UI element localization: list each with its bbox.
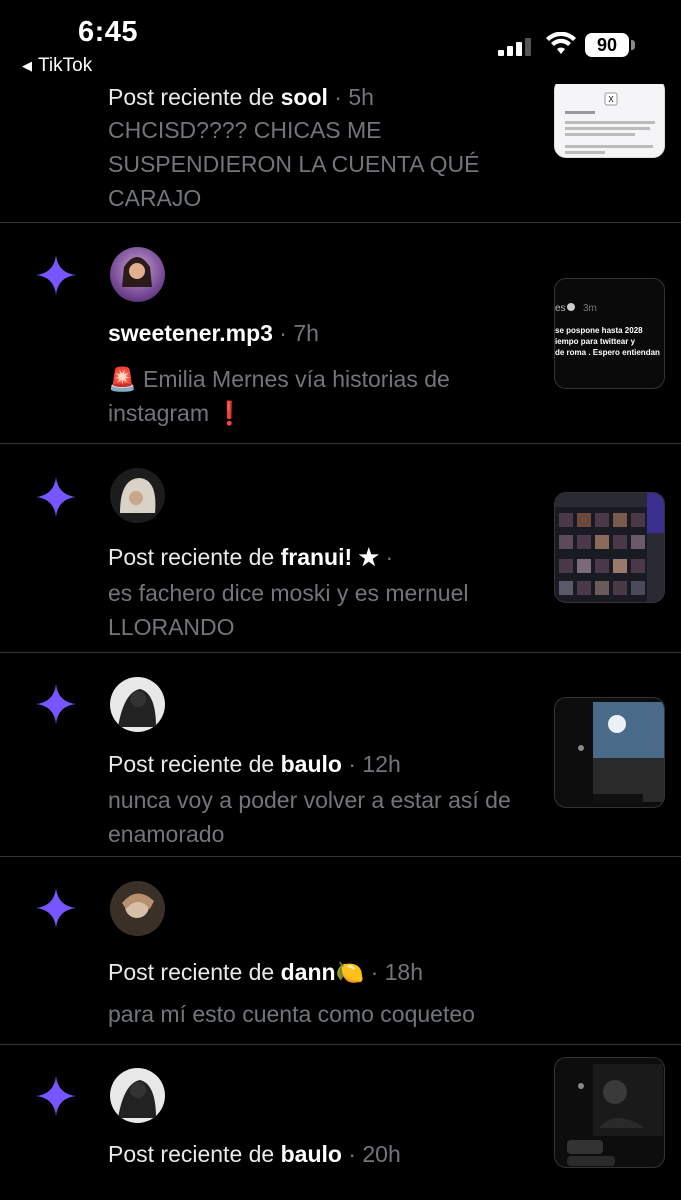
sparkle-icon — [36, 477, 76, 517]
notification-text: 🚨 Emilia Mernes vía historias de instagr… — [108, 366, 450, 426]
notification-row[interactable]: Post reciente de dann🍋 · 18h para mí est… — [0, 857, 681, 1045]
avatar[interactable] — [110, 677, 165, 732]
sparkle-icon — [36, 888, 76, 928]
notification-row[interactable]: Post reciente de baulo · 20h — [0, 1045, 681, 1200]
notification-title: Post reciente de franui! ★ · — [108, 544, 394, 570]
back-to-app-button[interactable]: ◀ TikTok — [22, 55, 92, 77]
notification-title: sweetener.mp3 · 7h — [108, 320, 319, 346]
sparkle-icon — [36, 255, 76, 295]
avatar[interactable] — [110, 1068, 165, 1123]
battery-tip — [631, 40, 635, 50]
svg-text:X: X — [608, 95, 614, 104]
notification-row[interactable]: Post reciente de baulo · 12h nunca voy a… — [0, 653, 681, 857]
notification-title: Post reciente de baulo · 12h — [108, 751, 401, 777]
video-grid-thumbnail[interactable] — [554, 492, 665, 603]
avatar[interactable] — [110, 468, 165, 523]
svg-text:iempo para twittear y: iempo para twittear y — [555, 337, 636, 346]
back-app-label: TikTok — [38, 55, 93, 76]
wifi-icon — [546, 32, 576, 54]
avatar[interactable] — [110, 881, 165, 936]
tweet-screenshot-thumbnail[interactable]: es 3m se pospone hasta 2028 iempo para t… — [554, 278, 665, 389]
notification-text: para mí esto cuenta como coqueteo — [108, 1001, 475, 1027]
chat-screenshot-thumbnail[interactable] — [554, 697, 665, 808]
clock: 6:45 — [78, 16, 139, 48]
notification-title: Post reciente de sool · 5h — [108, 84, 374, 110]
notification-title: Post reciente de dann🍋 · 18h — [108, 959, 424, 985]
cellular-signal-icon — [498, 38, 532, 56]
notification-text: CHCISD???? CHICAS ME SUSPENDIERON LA CUE… — [108, 117, 480, 211]
sparkle-icon — [36, 684, 76, 724]
svg-text:3m: 3m — [583, 303, 597, 314]
notification-row[interactable]: Post reciente de franui! ★ · es fachero … — [0, 444, 681, 653]
svg-text:se pospone hasta 2028: se pospone hasta 2028 — [555, 326, 643, 335]
notification-text: es fachero dice moski y es mernuel LLORA… — [108, 580, 469, 640]
sparkle-icon — [36, 1076, 76, 1116]
battery-indicator: 90 — [585, 33, 629, 57]
status-bar: 6:45 ◀ TikTok 90 — [0, 0, 681, 84]
avatar[interactable] — [110, 247, 165, 302]
screenshot-thumbnail[interactable]: X — [554, 78, 665, 158]
notification-text: nunca voy a poder volver a estar así de … — [108, 787, 511, 847]
notification-title: Post reciente de baulo · 20h — [108, 1141, 401, 1167]
chat-screenshot-thumbnail[interactable] — [554, 1057, 665, 1168]
notification-row[interactable]: sweetener.mp3 · 7h 🚨 Emilia Mernes vía h… — [0, 223, 681, 444]
svg-text:de roma . Espero entiendan: de roma . Espero entiendan — [555, 348, 660, 357]
back-triangle-icon: ◀ — [22, 58, 32, 73]
svg-text:es: es — [555, 303, 566, 314]
